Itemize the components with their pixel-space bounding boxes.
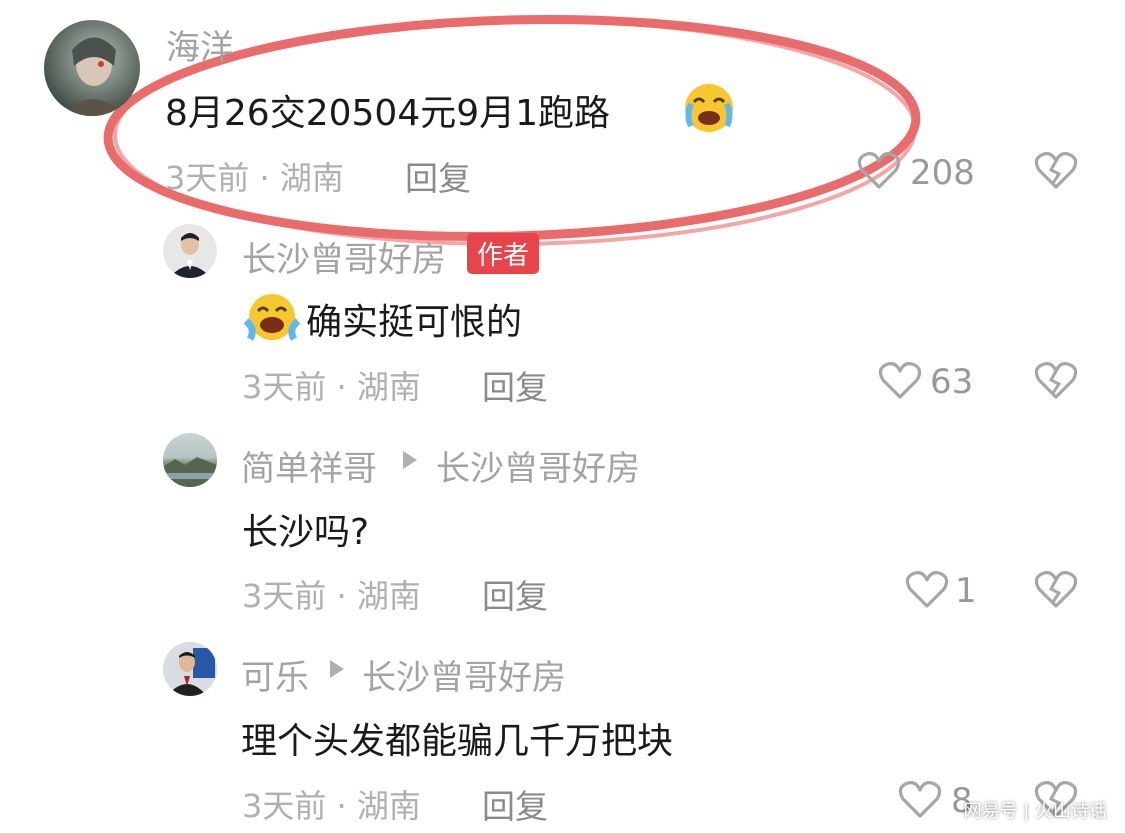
crying-emoji-icon <box>243 294 301 341</box>
avatar[interactable] <box>44 20 140 116</box>
avatar[interactable] <box>163 642 217 696</box>
landscape-avatar-icon <box>163 457 217 487</box>
avatar[interactable] <box>163 224 217 278</box>
avatar[interactable] <box>163 433 217 487</box>
broken-heart-icon[interactable] <box>1034 360 1078 400</box>
broken-heart-icon[interactable] <box>1034 150 1078 190</box>
reply-arrow-icon <box>330 660 344 678</box>
reply-arrow-icon <box>403 451 417 469</box>
comment-author[interactable]: 长沙曾哥好房 <box>242 232 446 281</box>
comment-text: 长沙吗? <box>242 512 370 553</box>
person-avatar-icon <box>167 648 215 696</box>
reply-button[interactable]: 回复 <box>482 780 548 828</box>
heart-icon[interactable] <box>857 150 901 190</box>
warrior-avatar-icon <box>64 37 124 116</box>
comment-author[interactable]: 可乐 <box>241 650 309 699</box>
crying-emoji-icon <box>685 84 733 132</box>
heart-icon[interactable] <box>905 569 949 609</box>
reply-button[interactable]: 回复 <box>482 570 548 618</box>
heart-icon[interactable] <box>878 360 922 400</box>
reply-button[interactable]: 回复 <box>482 361 548 409</box>
watermark: 网易号 | 火山诗话 <box>963 801 1107 822</box>
like-count: 1 <box>955 571 977 611</box>
comment-meta: 3天前 · 湖南 <box>242 787 421 825</box>
comment-meta: 3天前 · 湖南 <box>165 159 344 197</box>
person-avatar-icon <box>169 233 211 278</box>
reply-target[interactable]: 长沙曾哥好房 <box>362 650 566 699</box>
like-count: 63 <box>930 362 974 402</box>
reply-target[interactable]: 长沙曾哥好房 <box>436 441 640 490</box>
comment-meta: 3天前 · 湖南 <box>242 577 421 615</box>
reply-button[interactable]: 回复 <box>405 152 471 200</box>
comment-text: 确实挺可恨的 <box>306 302 523 343</box>
comment-meta: 3天前 · 湖南 <box>242 368 421 406</box>
comment-author[interactable]: 海洋 <box>166 20 234 69</box>
broken-heart-icon[interactable] <box>1034 569 1078 609</box>
comment-text: 8月26交20504元9月1跑路 <box>165 93 611 134</box>
comment-text: 理个头发都能骗几千万把块 <box>241 721 674 762</box>
author-badge: 作者 <box>467 233 540 274</box>
like-count: 208 <box>910 153 975 193</box>
heart-icon[interactable] <box>898 779 942 819</box>
comment-author[interactable]: 简单祥哥 <box>241 441 377 490</box>
